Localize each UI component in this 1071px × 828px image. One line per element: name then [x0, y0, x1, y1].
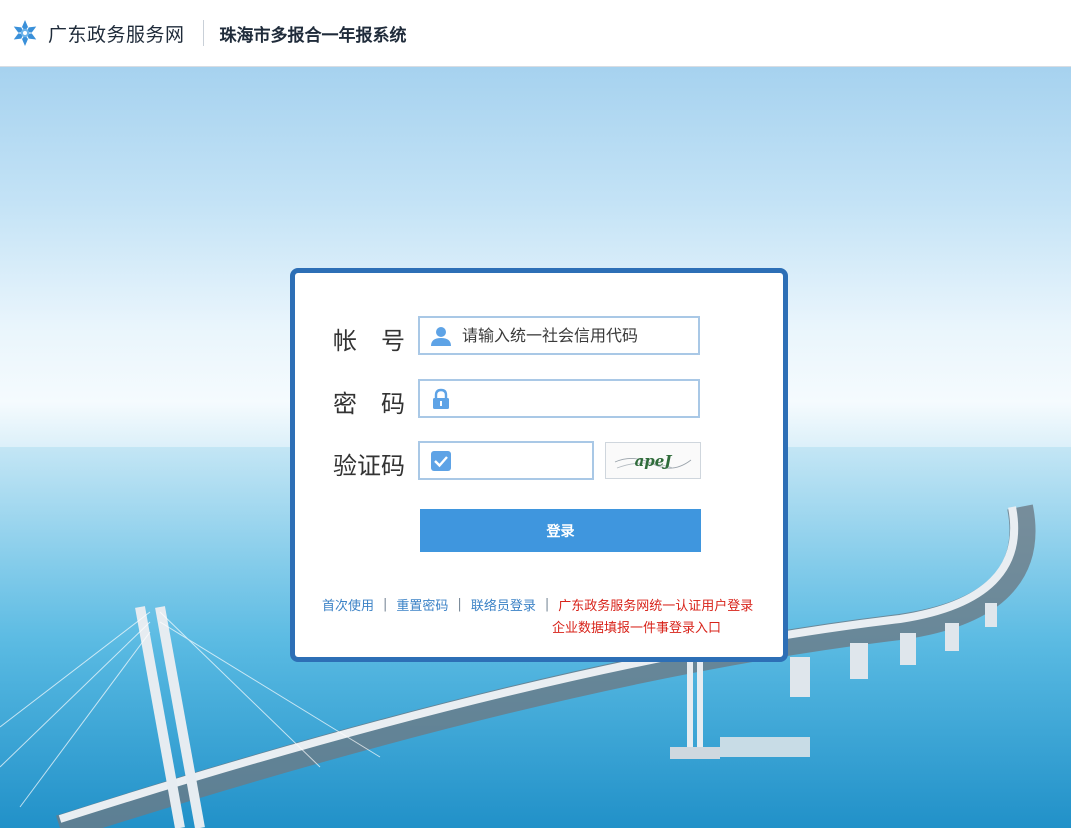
link-separator: | — [457, 597, 462, 612]
password-input[interactable] — [462, 386, 672, 411]
password-label: 密 码 — [333, 390, 405, 418]
captcha-field[interactable] — [418, 441, 594, 480]
check-icon — [431, 450, 451, 471]
brand-name: 广东政务服务网 — [48, 23, 185, 46]
top-header: 广东政务服务网 珠海市多报合一年报系统 — [0, 0, 1071, 67]
lock-icon — [433, 388, 449, 409]
account-input[interactable] — [462, 323, 672, 348]
unified-auth-login-link[interactable]: 广东政务服务网统一认证用户登录 — [558, 595, 753, 614]
captcha-text: apeJ — [634, 451, 672, 470]
link-separator: | — [544, 597, 550, 612]
captcha-image[interactable]: apeJ — [605, 442, 701, 479]
account-label: 帐 号 — [333, 327, 405, 355]
login-links: 首次使用 | 重置密码 | 联络员登录 | 广东政务服务网统一认证用户登录 — [322, 595, 753, 614]
link-separator: | — [383, 597, 388, 612]
account-field[interactable] — [418, 316, 700, 355]
password-field[interactable] — [418, 379, 700, 418]
reset-password-link[interactable]: 重置密码 — [396, 595, 448, 614]
system-title: 珠海市多报合一年报系统 — [219, 25, 407, 46]
header-divider — [202, 20, 204, 46]
enterprise-data-login-link[interactable]: 企业数据填报一件事登录入口 — [552, 617, 721, 636]
captcha-label: 验证码 — [333, 452, 405, 480]
login-button[interactable]: 登录 — [420, 509, 701, 552]
first-use-link[interactable]: 首次使用 — [322, 595, 374, 614]
gdzwfw-logo-icon — [13, 20, 37, 46]
login-card: 帐 号 密 码 验证码 apeJ 登录 首次使用 — [290, 268, 788, 662]
captcha-input[interactable] — [462, 448, 582, 473]
liaison-login-link[interactable]: 联络员登录 — [471, 595, 536, 614]
user-icon — [431, 326, 451, 346]
